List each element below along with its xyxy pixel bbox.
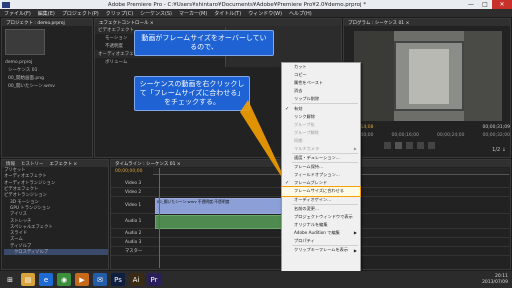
tray-clock[interactable]: 20:11 2013/07/09 (482, 274, 512, 286)
menu-item-label: カット (294, 64, 307, 70)
illustrator-icon[interactable]: Ai (129, 273, 143, 286)
explorer-icon[interactable]: ▤ (21, 273, 35, 286)
menu-item-label: フレーム保持... (294, 164, 323, 170)
context-menu-item: グループ解除 (282, 129, 360, 137)
menu-item-label: オリジナルを編集 (294, 221, 328, 227)
menu-item-label: グループ解除 (294, 129, 319, 135)
menu-item-label: 名前の変更... (294, 205, 319, 211)
submenu-arrow-icon: ▶ (353, 247, 357, 253)
check-icon: ✓ (285, 180, 290, 187)
premiere-icon[interactable]: Pr (147, 273, 161, 286)
mail-icon[interactable]: ✉ (93, 273, 107, 286)
context-menu-item[interactable]: フィールドオプション... (282, 171, 360, 179)
photoshop-icon[interactable]: Ps (111, 273, 125, 286)
context-menu-item[interactable]: 速度・デュレーション... (282, 154, 360, 162)
check-icon: ✓ (285, 105, 290, 112)
context-menu-item[interactable]: 属性をペースト (282, 79, 360, 87)
callout-arrow (240, 100, 290, 190)
ie-icon[interactable]: e (39, 273, 53, 286)
context-menu-item[interactable]: クリップキーフレームを表示 ▶ (282, 246, 360, 254)
context-menu-item[interactable]: オリジナルを編集 (282, 221, 360, 229)
media-icon[interactable]: ▶ (75, 273, 89, 286)
context-menu-item[interactable]: カット (282, 63, 360, 71)
context-menu-item[interactable]: コピー (282, 71, 360, 79)
menu-item-label: クリップキーフレームを表示 (294, 247, 349, 253)
context-menu-item[interactable]: 消去 (282, 87, 360, 95)
context-menu-item[interactable]: リンク解除 (282, 113, 360, 121)
menu-item-label: プロパティ (294, 238, 315, 244)
context-menu-item[interactable]: オーディオゲイン... (282, 196, 360, 204)
chrome-icon[interactable]: ◉ (57, 273, 71, 286)
submenu-arrow-icon: ▶ (353, 146, 357, 152)
submenu-arrow-icon: ▶ (353, 230, 357, 236)
menu-item-label: 有効 (294, 105, 303, 111)
context-menu-item[interactable]: プロパティ (282, 237, 360, 245)
taskbar: ⊞ ▤ e ◉ ▶ ✉ Ps Ai Pr 20:11 2013/07/09 (0, 271, 512, 288)
menu-item-label: プロジェクトウィンドウで表示 (294, 213, 353, 219)
context-menu-item[interactable]: 名前の変更... (282, 205, 360, 213)
context-menu-item: マルチカメラ ▶ (282, 145, 360, 153)
menu-item-label: フレームサイズに合わせる (294, 188, 344, 194)
menu-item-label: Adobe Audition で編集 (294, 229, 340, 235)
menu-item-label: オーディオゲイン... (294, 196, 332, 202)
menu-item-label: コピー (294, 72, 307, 78)
menu-item-label: マルチカメラ (294, 145, 320, 151)
menu-item-label: 属性をペースト (294, 80, 324, 86)
menu-item-label: 同期 (294, 137, 303, 143)
context-menu-item[interactable]: ✓ 有効 (282, 104, 360, 112)
clock-date: 2013/07/09 (482, 279, 508, 285)
context-menu-item[interactable]: プロジェクトウィンドウで表示 (282, 213, 360, 221)
context-menu-item[interactable]: ✓ フレームブレンド (282, 179, 360, 187)
context-menu-item: グループ化 (282, 121, 360, 129)
menu-item-label: リンク解除 (294, 113, 315, 119)
context-menu: カットコピー属性をペースト 消去リップル削除 ✓ 有効リンク解除グループ化グループ解除… (281, 62, 361, 278)
menu-item-label: フィールドオプション... (294, 172, 340, 178)
menu-item-label: フレームブレンド (294, 180, 328, 186)
context-menu-item[interactable]: Adobe Audition で編集 ▶ (282, 229, 360, 237)
context-menu-item[interactable]: リップル削除 (282, 95, 360, 103)
windows-start-icon[interactable]: ⊞ (3, 273, 17, 286)
menu-item-label: 消去 (294, 88, 303, 94)
menu-item-label: 速度・デュレーション... (294, 155, 340, 161)
context-menu-item: 同期 (282, 137, 360, 145)
context-menu-item[interactable]: フレーム保持... (282, 163, 360, 171)
menu-item-label: グループ化 (294, 121, 315, 127)
menu-item-label: リップル削除 (294, 96, 320, 102)
menu-item-fit-frame-size[interactable]: フレームサイズに合わせる (281, 186, 361, 197)
